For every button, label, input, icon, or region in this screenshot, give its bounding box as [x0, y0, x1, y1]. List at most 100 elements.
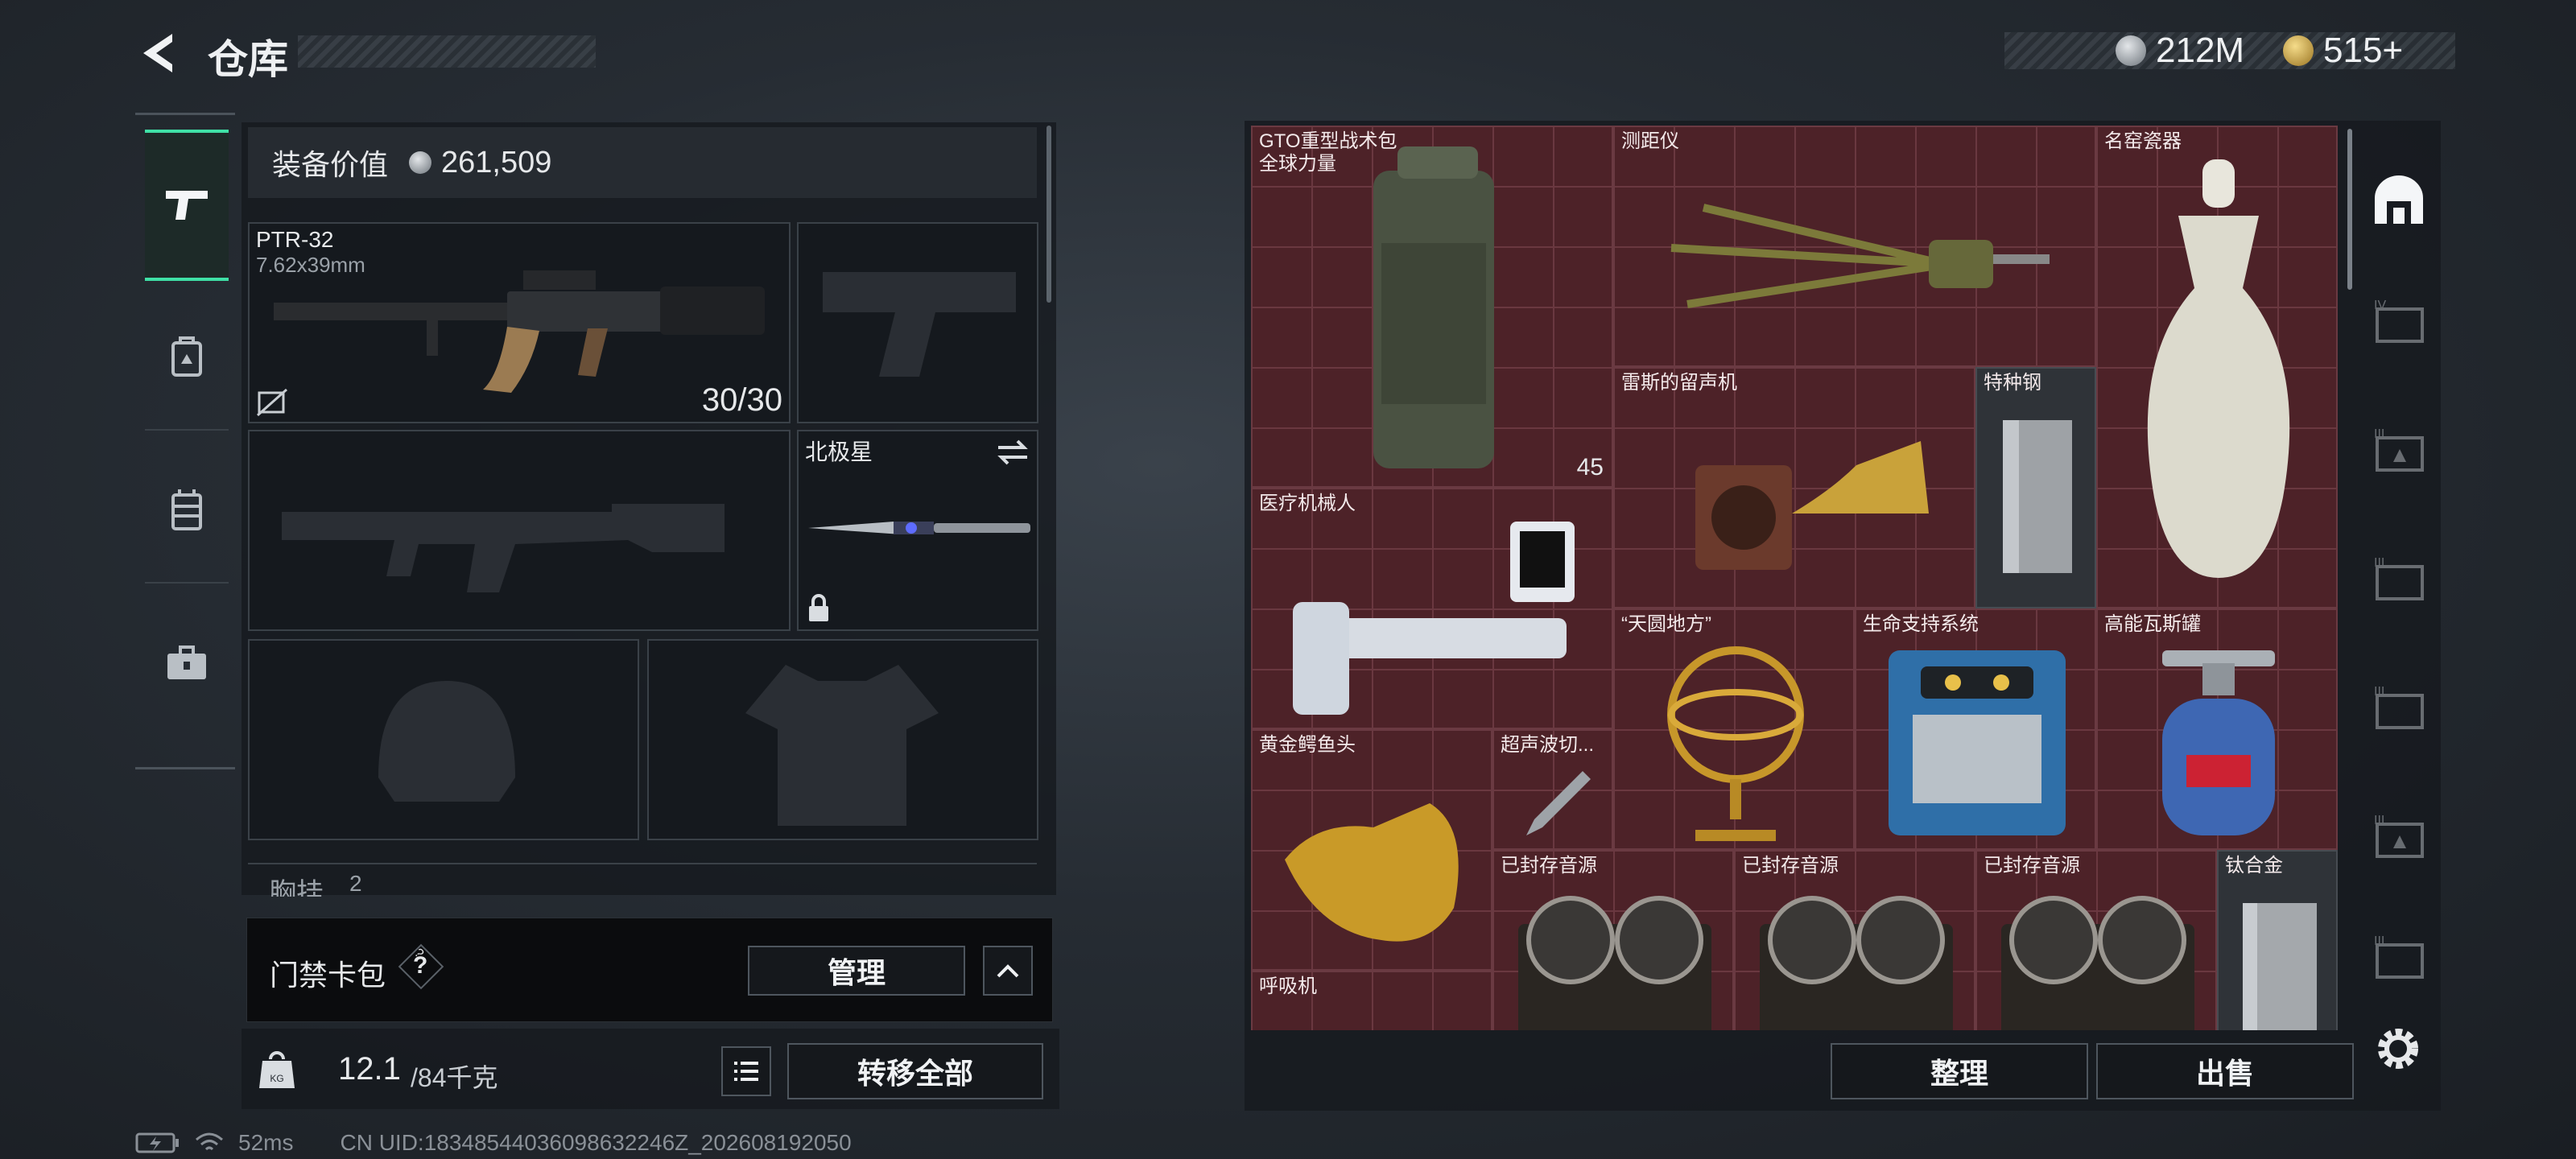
warehouse-icon: [2375, 175, 2423, 224]
equipment-value-label: 装备价值: [272, 148, 389, 181]
tab-storage-3e[interactable]: III: [2357, 901, 2441, 1014]
life-support-image: [1889, 650, 2066, 835]
collapse-button[interactable]: [983, 946, 1033, 996]
secondary-weapon-slot[interactable]: [248, 430, 791, 631]
left-tab-bar: [135, 113, 235, 769]
primary-weapon-slot[interactable]: PTR-32 7.62x39mm 30/30: [248, 222, 791, 423]
svg-text:III: III: [2374, 814, 2384, 827]
item-name: 测距仪: [1621, 130, 1679, 152]
vest-icon: [171, 489, 202, 530]
helmet-slot[interactable]: [248, 639, 639, 840]
item-ultrasonic-cutter[interactable]: 超声波切...: [1492, 729, 1613, 850]
container-level-4-icon: IV: [2374, 299, 2424, 343]
item-life-support[interactable]: 生命支持系统: [1855, 608, 2096, 850]
tab-storage-3d[interactable]: III: [2357, 781, 2441, 893]
tab-backpack[interactable]: [145, 284, 229, 431]
item-sealed-audio-3[interactable]: 已封存音源: [1975, 850, 2217, 1030]
item-gas-canister[interactable]: 高能瓦斯罐: [2096, 608, 2338, 850]
tab-kit[interactable]: [145, 590, 229, 735]
toolbox-icon: [167, 645, 206, 679]
tab-storage-3c[interactable]: III: [2357, 652, 2441, 765]
grid-scrollbar[interactable]: [2347, 129, 2352, 290]
tab-storage-all[interactable]: [2357, 145, 2441, 258]
gas-canister-image: [2162, 650, 2275, 835]
swap-icon[interactable]: [995, 438, 1030, 467]
item-gold-croc[interactable]: 黄金鳄鱼头: [1251, 729, 1492, 971]
svg-text:KG: KG: [270, 1073, 283, 1084]
tab-storage-3a[interactable]: III: [2357, 394, 2441, 507]
equipment-value-bar: 装备价值 261,509: [248, 127, 1037, 198]
value-coin-icon: [409, 151, 432, 174]
item-gramophone[interactable]: 雷斯的留声机: [1613, 367, 1975, 608]
item-name: 已封存音源: [1501, 855, 1597, 876]
help-glyph: ?: [413, 952, 428, 979]
tab-vest[interactable]: [145, 437, 229, 584]
svg-text:III: III: [2374, 685, 2384, 699]
svg-text:III: III: [2374, 556, 2384, 570]
item-medbot[interactable]: 医疗机械人: [1251, 488, 1613, 729]
svg-text:III: III: [2374, 934, 2384, 948]
reel-recorder-image: [1518, 896, 1711, 1030]
sell-button[interactable]: 出售: [2096, 1043, 2354, 1099]
titanium-image: [2243, 903, 2317, 1030]
armor-slot[interactable]: [647, 639, 1038, 840]
item-name: 已封存音源: [1742, 855, 1839, 876]
storage-tab-bar: IV III III III III III: [2357, 129, 2441, 1022]
chest-rig-label: 胸挂: [269, 878, 324, 897]
back-button[interactable]: [135, 29, 182, 77]
tab-storage-4[interactable]: IV: [2357, 266, 2441, 378]
item-name: “天圆地方”: [1621, 613, 1711, 635]
item-name: 呼吸机: [1259, 975, 1317, 997]
backpack-icon: [171, 336, 202, 377]
gear-icon: [2378, 1029, 2418, 1069]
manage-button[interactable]: 管理: [748, 946, 965, 996]
svg-text:III: III: [2374, 427, 2384, 441]
uid-text: CN UID:18348544036098632246Z_20260819205…: [340, 1130, 852, 1155]
keycard-label: 门禁卡包: [270, 959, 386, 992]
item-respirator[interactable]: 呼吸机: [1251, 971, 1492, 1030]
tab-weapon[interactable]: [145, 130, 229, 281]
panel-scrollbar[interactable]: [1046, 126, 1051, 303]
rifle-placeholder-image: [282, 504, 724, 592]
reel-recorder-image: [1760, 896, 1953, 1030]
item-rangefinder[interactable]: 测距仪: [1613, 126, 2096, 367]
sort-button[interactable]: 整理: [1831, 1043, 2088, 1099]
pistol-icon: [166, 191, 208, 220]
rangefinder-image: [1670, 204, 2050, 308]
pistol-slot[interactable]: [797, 222, 1038, 423]
knife-image: [808, 522, 1030, 534]
melee-slot[interactable]: 北极星: [797, 430, 1038, 631]
item-name: 钛合金: [2225, 855, 2283, 876]
item-vase[interactable]: 名窑瓷器: [2096, 126, 2338, 608]
lock-icon: [809, 594, 828, 621]
transfer-all-button[interactable]: 转移全部: [787, 1043, 1043, 1099]
item-sealed-audio-1[interactable]: 已封存音源: [1492, 850, 1734, 1030]
storage-grid: GTO重型战术包 全球力量 45 测距仪 名窑瓷器 雷斯的留声机 特种钢 医疗机…: [1251, 126, 2338, 1030]
item-special-steel[interactable]: 特种钢: [1975, 367, 2096, 608]
list-icon: [734, 1062, 758, 1081]
back-arrow-icon: [143, 34, 172, 72]
item-count: 45: [1576, 454, 1604, 481]
battery-icon: [135, 1132, 179, 1153]
item-titanium[interactable]: 钛合金: [2217, 850, 2338, 1030]
tab-storage-3b[interactable]: III: [2357, 523, 2441, 636]
status-bar: 52ms CN UID:18348544036098632246Z_202608…: [135, 1130, 852, 1156]
settings-button[interactable]: [2372, 1022, 2425, 1075]
container-level-3-icon: III: [2374, 556, 2424, 600]
silver-currency[interactable]: 212M: [2116, 31, 2244, 71]
equipment-panel: 装备价值 261,509 PTR-32 7.62x39mm 30/30 北极星: [242, 122, 1056, 897]
container-level-3-icon: III: [2374, 427, 2424, 472]
list-view-button[interactable]: [721, 1046, 771, 1096]
item-armillary[interactable]: “天圆地方”: [1613, 608, 1855, 850]
item-name: 超声波切...: [1501, 734, 1595, 756]
item-gto-backpack[interactable]: GTO重型战术包 全球力量 45: [1251, 126, 1613, 488]
armillary-image: [1667, 646, 1804, 841]
chest-rig-row[interactable]: 胸挂 2: [248, 863, 1037, 897]
gold-coin-icon: [2283, 35, 2314, 66]
container-level-3-icon: III: [2374, 814, 2424, 858]
silver-coin-icon: [2116, 35, 2146, 66]
gold-currency[interactable]: 515+: [2283, 31, 2403, 71]
item-sealed-audio-2[interactable]: 已封存音源: [1734, 850, 1975, 1030]
page-title: 仓库: [208, 37, 288, 82]
gold-croc-image: [1285, 803, 1459, 942]
